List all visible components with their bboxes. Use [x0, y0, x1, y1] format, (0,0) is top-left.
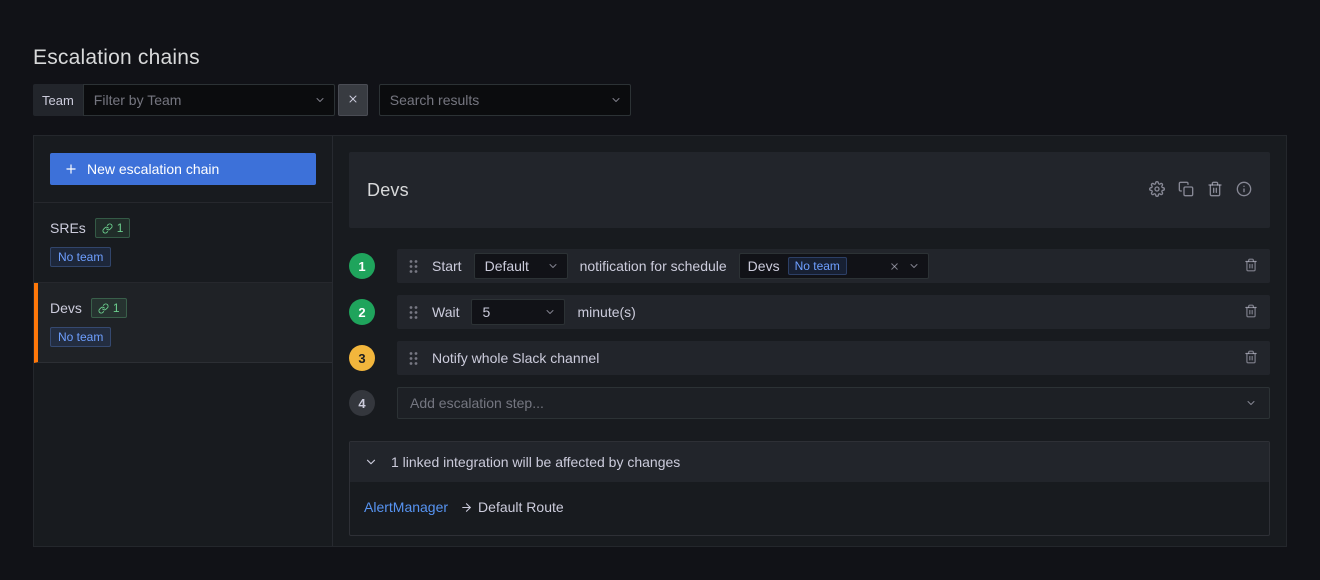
trash-icon: [1244, 350, 1258, 367]
escalation-chains-page: Escalation chains Team Filter by Team Se…: [0, 0, 1320, 547]
chevron-down-icon: [908, 260, 920, 272]
chevron-down-icon: [610, 94, 622, 106]
escalation-chains-panel: New escalation chain SREs 1 No team: [33, 135, 1287, 547]
wait-duration-select[interactable]: 5: [471, 299, 565, 325]
chain-name-row: Devs 1: [50, 298, 316, 318]
add-escalation-step-select[interactable]: Add escalation step...: [397, 387, 1270, 419]
info-icon: [1236, 181, 1252, 200]
step-box: Start Default notification for schedule …: [397, 249, 1270, 283]
route-name: Default Route: [478, 499, 564, 515]
linked-integrations-block: 1 linked integration will be affected by…: [349, 441, 1270, 536]
step-box: Notify whole Slack channel: [397, 341, 1270, 375]
drag-handle-icon[interactable]: [409, 305, 418, 320]
drag-handle-icon[interactable]: [409, 259, 418, 274]
schedule-team-badge: No team: [788, 257, 847, 275]
importance-value: Default: [485, 258, 529, 274]
linked-count: 1: [117, 221, 124, 235]
delete-chain-button[interactable]: [1207, 181, 1223, 200]
linked-integrations-summary: 1 linked integration will be affected by…: [391, 454, 680, 470]
team-filter-placeholder: Filter by Team: [94, 92, 182, 108]
close-icon: [347, 93, 359, 108]
linked-integrations-header[interactable]: 1 linked integration will be affected by…: [350, 442, 1269, 482]
delete-step-button[interactable]: [1244, 258, 1258, 275]
drag-handle-icon[interactable]: [409, 351, 418, 366]
step-number-badge: 2: [349, 299, 375, 325]
arrow-right-icon: [460, 501, 473, 514]
escalation-step-1: 1 Start Default notification for sche: [349, 249, 1270, 283]
schedule-select[interactable]: Devs No team: [739, 253, 929, 279]
chain-name: Devs: [50, 300, 82, 316]
chain-item-sres[interactable]: SREs 1 No team: [34, 203, 332, 283]
chains-sidebar: New escalation chain SREs 1 No team: [34, 136, 333, 546]
search-results-select[interactable]: Search results: [379, 84, 631, 116]
delete-step-button[interactable]: [1244, 350, 1258, 367]
link-icon: [102, 223, 113, 234]
integration-link[interactable]: AlertManager: [364, 499, 448, 515]
chain-detail: Devs: [333, 136, 1286, 546]
linked-count-badge: 1: [95, 218, 131, 238]
step-box: Wait 5 minute(s): [397, 295, 1270, 329]
team-filter-label: Team: [33, 84, 83, 116]
filter-row: Team Filter by Team Search results: [33, 84, 1287, 116]
search-placeholder: Search results: [390, 92, 479, 108]
gear-icon: [1149, 181, 1165, 200]
schedule-value: Devs: [748, 258, 780, 274]
page-title: Escalation chains: [33, 0, 1287, 70]
escalation-step-2: 2 Wait 5 minute(s): [349, 295, 1270, 329]
delete-step-button[interactable]: [1244, 304, 1258, 321]
escalation-steps: 1 Start Default notification for sche: [349, 249, 1270, 419]
team-badge: No team: [50, 247, 111, 267]
info-button[interactable]: [1236, 181, 1252, 200]
step-number-badge: 4: [349, 390, 375, 416]
new-escalation-chain-button[interactable]: New escalation chain: [50, 153, 316, 185]
trash-icon: [1244, 258, 1258, 275]
copy-button[interactable]: [1178, 181, 1194, 200]
clear-schedule-icon[interactable]: [889, 261, 900, 272]
linked-integration-row: AlertManager Default Route: [350, 482, 1269, 535]
step-number-badge: 3: [349, 345, 375, 371]
team-filter-select[interactable]: Filter by Team: [83, 84, 335, 116]
clear-team-filter-button[interactable]: [338, 84, 368, 116]
linked-count-badge: 1: [91, 298, 127, 318]
escalation-step-add: 4 Add escalation step...: [349, 387, 1270, 419]
schedule-select-controls: [889, 260, 920, 272]
settings-button[interactable]: [1149, 181, 1165, 200]
escalation-step-3: 3 Notify whole Slack channel: [349, 341, 1270, 375]
wait-duration-value: 5: [482, 304, 490, 320]
chain-header-actions: [1149, 181, 1252, 200]
step-label: Notify whole Slack channel: [432, 350, 599, 366]
chevron-down-icon: [364, 455, 378, 469]
step-number-badge: 1: [349, 253, 375, 279]
step-label: Wait: [432, 304, 459, 320]
plus-icon: [64, 162, 78, 176]
step-label: Start: [432, 258, 462, 274]
chain-title: Devs: [367, 180, 409, 201]
step-suffix: minute(s): [577, 304, 635, 320]
chain-name-row: SREs 1: [50, 218, 316, 238]
linked-count: 1: [113, 301, 120, 315]
importance-select[interactable]: Default: [474, 253, 568, 279]
copy-icon: [1178, 181, 1194, 200]
chevron-down-icon: [544, 306, 556, 318]
trash-icon: [1244, 304, 1258, 321]
team-badge: No team: [50, 327, 111, 347]
trash-icon: [1207, 181, 1223, 200]
chevron-down-icon: [547, 260, 559, 272]
chain-name: SREs: [50, 220, 86, 236]
chain-list: SREs 1 No team Devs: [34, 202, 332, 363]
new-escalation-chain-label: New escalation chain: [87, 161, 219, 177]
step-suffix: notification for schedule: [580, 258, 727, 274]
chevron-down-icon: [1245, 397, 1257, 409]
chain-item-devs[interactable]: Devs 1 No team: [34, 283, 332, 363]
chevron-down-icon: [314, 94, 326, 106]
add-step-placeholder: Add escalation step...: [410, 395, 544, 411]
chain-header: Devs: [349, 152, 1270, 228]
link-icon: [98, 303, 109, 314]
